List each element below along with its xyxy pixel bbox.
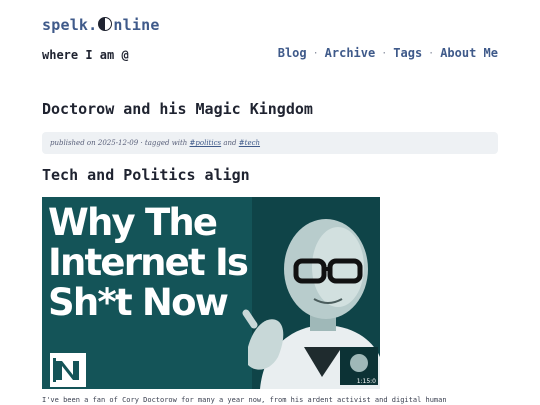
post-meta: published on 2025-12-09 · tagged with #p…: [42, 132, 498, 154]
section-heading: Tech and Politics align: [42, 166, 250, 184]
site-title-link[interactable]: spelk. nline: [42, 16, 160, 34]
main-nav: Blog · Archive · Tags · About Me: [278, 46, 498, 60]
nav-separator: ·: [312, 47, 319, 59]
post-intro-text: I've been a fan of Cory Doctorow for man…: [42, 396, 447, 404]
published-label: published on: [50, 139, 96, 147]
post-title: Doctorow and his Magic Kingdom: [42, 100, 313, 118]
tag-link-politics[interactable]: #politics: [190, 139, 222, 147]
and-label: and: [223, 139, 237, 147]
channel-logo-icon: [53, 358, 79, 382]
meta-separator: ·: [140, 139, 143, 147]
nav-separator: ·: [381, 47, 388, 59]
yin-yang-icon: [98, 17, 113, 31]
site-title-prefix: spelk.: [42, 16, 98, 34]
hero-video-thumbnail[interactable]: Why The Internet Is Sh*t Now 1:15:0: [42, 197, 380, 389]
nav-separator: ·: [428, 47, 435, 59]
nav-item-about-me[interactable]: About Me: [440, 46, 498, 60]
published-date: 2025-12-09: [97, 139, 139, 147]
site-tagline: where I am @: [42, 48, 129, 62]
tag-link-tech[interactable]: #tech: [239, 139, 260, 147]
nav-item-tags[interactable]: Tags: [393, 46, 422, 60]
tagged-label: tagged with: [144, 139, 188, 147]
channel-logo: [50, 353, 86, 387]
hero-headline: Why The Internet Is Sh*t Now: [48, 201, 249, 324]
nav-item-blog[interactable]: Blog: [278, 46, 307, 60]
nav-item-archive[interactable]: Archive: [325, 46, 376, 60]
video-duration: 1:15:0: [356, 378, 376, 385]
site-title-suffix: nline: [113, 16, 160, 34]
